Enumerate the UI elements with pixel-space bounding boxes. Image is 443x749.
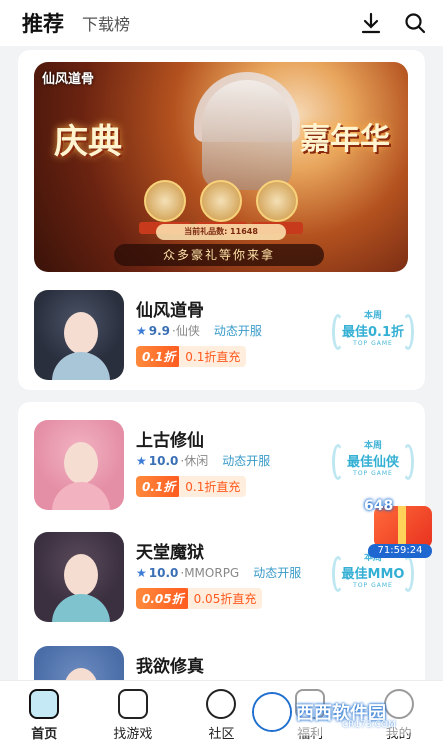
reward-icon xyxy=(256,180,298,222)
gift-ribbon xyxy=(398,506,406,548)
reward-icon xyxy=(144,180,186,222)
game-icon xyxy=(34,420,124,510)
tab-download-rank[interactable]: 下载榜 xyxy=(82,11,130,35)
award-top: 本周 xyxy=(363,311,382,321)
discount-badge: 0.1折 xyxy=(136,346,182,367)
home-icon xyxy=(29,689,60,719)
star-icon: ★ xyxy=(136,323,147,338)
top-actions xyxy=(359,11,427,35)
watermark-logo-icon xyxy=(254,694,290,730)
laurel-icon xyxy=(332,556,344,592)
gift-timer: 71:59:24 xyxy=(368,544,432,558)
discount-text: 0.1折直充 xyxy=(179,346,247,367)
community-icon xyxy=(206,689,237,719)
floating-gift-widget[interactable]: 648 71:59:24 xyxy=(360,498,438,562)
discount-badge: 0.1折 xyxy=(136,476,182,497)
discount-badge: 0.05折 xyxy=(136,588,190,609)
game-name: 我欲修真 xyxy=(136,657,204,677)
game-promo: 0.1折 0.1折直充 xyxy=(136,476,247,497)
watermark-subtext: CR173.COM xyxy=(342,720,396,730)
game-rating: 10.0 xyxy=(148,453,179,468)
game-meta: ★ 10.0 · MMORPG 动态开服 xyxy=(136,565,302,581)
banner-character xyxy=(202,80,292,190)
game-name: 仙风道骨 xyxy=(136,301,204,321)
award-top: 本周 xyxy=(363,441,382,451)
laurel-icon xyxy=(402,314,414,350)
award-sub: TOP GAME xyxy=(353,340,393,347)
game-promo: 0.1折 0.1折直充 xyxy=(136,346,247,367)
game-genre: MMORPG xyxy=(184,565,240,580)
tab-recommend[interactable]: 推荐 xyxy=(22,8,64,38)
star-icon: ★ xyxy=(136,565,147,580)
award-badge: 本周 最佳0.1折 TOP GAME xyxy=(332,308,414,360)
game-rating: 10.0 xyxy=(148,565,179,580)
gift-counter: 当前礼品数: 11648 xyxy=(156,224,286,240)
laurel-icon xyxy=(332,314,344,350)
gift-count: 648 xyxy=(364,498,394,514)
discount-text: 0.1折直充 xyxy=(179,476,247,497)
game-tag: 动态开服 xyxy=(222,454,271,468)
game-icon xyxy=(34,532,124,622)
game-list-item[interactable]: 天堂魔狱 ★ 10.0 · MMORPG 动态开服 0.05折 0.05折直充 … xyxy=(34,532,414,632)
star-icon: ★ xyxy=(136,453,147,468)
game-name: 上古修仙 xyxy=(136,431,204,451)
site-watermark: 西西软件园 CR173.COM xyxy=(246,688,422,736)
game-icon xyxy=(34,290,124,380)
game-rating: 9.9 xyxy=(148,323,171,338)
laurel-icon xyxy=(402,444,414,480)
nav-label: 首页 xyxy=(31,727,58,742)
game-tag: 动态开服 xyxy=(213,324,262,338)
award-sub: TOP GAME xyxy=(353,470,393,477)
game-name: 天堂魔狱 xyxy=(136,543,204,563)
nav-label: 找游戏 xyxy=(113,727,153,742)
reward-icon xyxy=(200,180,242,222)
award-badge: 本周 最佳仙侠 TOP GAME xyxy=(332,438,414,490)
celebration-banner[interactable]: 仙风道骨 庆典 嘉年华 当前礼品数: 11648 众多豪礼等你来拿 xyxy=(34,62,408,272)
game-promo: 0.05折 0.05折直充 xyxy=(136,588,263,609)
banner-title-right: 嘉年华 xyxy=(300,122,390,157)
gamepad-icon xyxy=(117,689,148,719)
award-sub: TOP GAME xyxy=(353,582,393,589)
banner-slogan: 众多豪礼等你来拿 xyxy=(114,244,324,266)
featured-card: 仙风道骨 庆典 嘉年华 当前礼品数: 11648 众多豪礼等你来拿 仙风道骨 ★… xyxy=(18,50,425,390)
discount-text: 0.05折直充 xyxy=(187,588,263,609)
banner-game-logo: 仙风道骨 xyxy=(42,72,95,87)
game-tag: 动态开服 xyxy=(253,566,302,580)
top-bar: 推荐 下载榜 xyxy=(0,0,443,46)
banner-title-left: 庆典 xyxy=(54,122,122,162)
nav-home[interactable]: 首页 xyxy=(0,681,89,749)
search-icon[interactable] xyxy=(403,11,427,35)
game-list-item[interactable]: 上古修仙 ★ 10.0 · 休闲 动态开服 0.1折 0.1折直充 本周 最佳仙… xyxy=(34,420,414,520)
game-meta: ★ 9.9 · 仙侠 动态开服 xyxy=(136,323,262,339)
laurel-icon xyxy=(332,444,344,480)
nav-find-games[interactable]: 找游戏 xyxy=(89,681,178,749)
game-list-item[interactable]: 仙风道骨 ★ 9.9 · 仙侠 动态开服 0.1折 0.1折直充 本周 最佳0.… xyxy=(34,290,414,390)
download-icon[interactable] xyxy=(359,11,383,35)
game-meta: ★ 10.0 · 休闲 动态开服 xyxy=(136,453,271,469)
game-genre: 休闲 xyxy=(184,454,209,468)
game-genre: 仙侠 xyxy=(175,324,200,338)
